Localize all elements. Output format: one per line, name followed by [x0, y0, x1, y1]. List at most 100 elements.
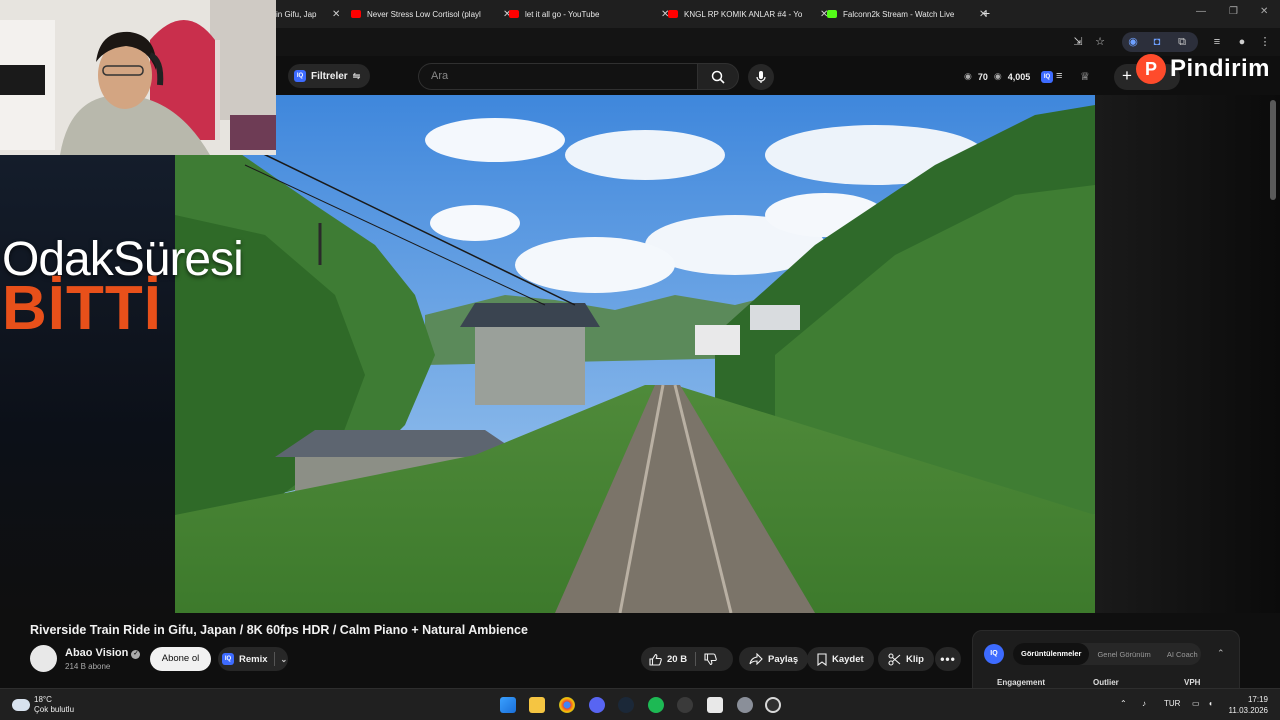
iq-logo-icon[interactable]: IQ — [1041, 71, 1053, 83]
bookmark-star-icon[interactable]: ☆ — [1093, 35, 1107, 49]
browser-tab-4[interactable]: Falconn2k Stream - Watch Live ✕ — [821, 4, 993, 24]
iq-logo-icon: IQ — [984, 644, 1004, 664]
browser-tab-3[interactable]: KNGL RP KOMIK ANLAR #4 - Yo ✕ — [662, 4, 834, 24]
channel-avatar[interactable] — [30, 645, 57, 672]
subscribe-button[interactable]: Abone ol — [150, 647, 211, 671]
windows-taskbar: 18°C Çok bulutlu ⌃ ♪ TUR ▭ ◖ 17:19 11.03… — [0, 688, 1280, 720]
scrollbar-thumb[interactable] — [1270, 100, 1276, 200]
search-input[interactable]: Ara — [418, 63, 698, 90]
steam-icon[interactable] — [618, 697, 634, 713]
share-label: Paylaş — [768, 653, 799, 665]
thumbs-up-icon[interactable] — [649, 653, 662, 666]
discord-icon[interactable] — [589, 697, 605, 713]
menu-icon[interactable]: ⋮ — [1258, 35, 1272, 49]
save-button[interactable]: Kaydet — [807, 647, 874, 671]
system-clock[interactable]: 17:19 11.03.2026 — [1228, 694, 1268, 716]
extension-icon[interactable]: ◉ — [1126, 35, 1140, 49]
brand-name: Pindirim — [1170, 55, 1271, 82]
video-player[interactable] — [175, 95, 1095, 613]
profile-icon[interactable]: ● — [1235, 35, 1249, 49]
voice-search-button[interactable] — [748, 64, 774, 90]
microphone-icon[interactable]: ♪ — [1142, 699, 1146, 708]
spotify-icon[interactable] — [648, 697, 664, 713]
close-icon[interactable]: ✕ — [332, 9, 340, 20]
install-app-icon[interactable]: ⇲ — [1071, 35, 1085, 49]
plus-icon[interactable]: + — [982, 5, 990, 21]
display-icon[interactable]: ▭ — [1192, 699, 1200, 708]
plus-icon: + — [1122, 66, 1132, 85]
iq-extension-icon[interactable]: ◘ — [1150, 35, 1164, 49]
column-vph: VPH — [1184, 678, 1201, 687]
eye-icon: ◉ — [964, 71, 972, 81]
clip-button[interactable]: Klip — [878, 647, 934, 671]
brand-initial: P — [1136, 54, 1166, 84]
filters-label: Filtreler — [311, 70, 348, 82]
list-icon[interactable]: ≡ — [1056, 70, 1062, 82]
tab-ai-coach[interactable]: AI Coach — [1159, 650, 1206, 659]
microphone-icon — [756, 71, 766, 83]
browser-tab-0[interactable]: in Gifu, Jap ✕ — [270, 4, 346, 24]
chevron-up-icon[interactable]: ⌃ — [1217, 648, 1225, 659]
left-background — [0, 155, 175, 615]
tab-title: Never Stress Low Cortisol (playl — [367, 9, 481, 19]
sliders-icon: ⇋ — [352, 70, 361, 81]
like-dislike-group: 20 B — [641, 647, 733, 671]
tab-overview[interactable]: Genel Görünüm — [1089, 650, 1158, 659]
capcut-icon[interactable] — [707, 697, 723, 713]
search-icon — [711, 70, 725, 84]
webcam-overlay — [0, 0, 276, 155]
tab-title: KNGL RP KOMIK ANLAR #4 - Yo — [684, 9, 803, 19]
youtube-icon — [509, 10, 519, 18]
column-outlier: Outlier — [1093, 678, 1119, 687]
browser-tab-2[interactable]: let it all go - YouTube ✕ — [503, 4, 675, 24]
chrome-icon[interactable] — [559, 697, 575, 713]
minimize-icon[interactable]: — — [1196, 6, 1206, 17]
tab-title: Falconn2k Stream - Watch Live — [843, 9, 955, 19]
screen: in Gifu, Jap ✕ Never Stress Low Cortisol… — [0, 0, 1280, 720]
analytics-tabs: Görüntülenmeler Genel Görünüm AI Coach — [1013, 643, 1201, 665]
like-count[interactable]: 20 B — [667, 654, 687, 665]
file-explorer-icon[interactable] — [529, 697, 545, 713]
youtube-icon — [351, 10, 361, 18]
media-icon[interactable]: ≡ — [1210, 35, 1224, 49]
remix-label: Remix — [239, 653, 268, 665]
weather-widget[interactable]: 18°C Çok bulutlu — [12, 695, 74, 715]
trophy-icon[interactable]: ♕ — [1080, 70, 1090, 83]
iq-logo-icon: IQ — [294, 70, 306, 82]
chevron-up-icon[interactable]: ⌃ — [1120, 699, 1127, 708]
view-stats: ◉ 70 ◉ 4,005 — [964, 71, 1030, 82]
iq-logo-icon: IQ — [222, 653, 234, 665]
filters-button[interactable]: IQ Filtreler ⇋ — [288, 64, 371, 88]
close-window-icon[interactable]: ✕ — [1260, 6, 1268, 17]
game-launcher-icon[interactable] — [677, 697, 693, 713]
media-player-icon[interactable] — [765, 697, 781, 713]
temperature: 18°C — [34, 695, 52, 704]
share-icon — [749, 653, 763, 665]
start-icon[interactable] — [500, 697, 516, 713]
volume-icon[interactable]: ◖ — [1208, 699, 1213, 708]
kick-icon — [827, 10, 837, 18]
eye-icon: ◉ — [993, 71, 1002, 81]
share-button[interactable]: Paylaş — [739, 647, 809, 671]
puzzle-icon[interactable]: ⧉ — [1175, 35, 1189, 49]
clock-date: 11.03.2026 — [1228, 706, 1268, 715]
search-button[interactable] — [697, 63, 739, 90]
weather-text: 18°C Çok bulutlu — [34, 695, 74, 715]
divider — [273, 652, 275, 666]
thumbs-down-icon[interactable] — [704, 652, 717, 666]
more-actions-button[interactable]: ••• — [935, 647, 961, 671]
subscriber-count: 214 B abone — [65, 662, 111, 671]
remix-button[interactable]: IQ Remix ⌄ — [218, 647, 288, 671]
weather-condition: Çok bulutlu — [34, 705, 75, 714]
tab-title: in Gifu, Jap — [276, 9, 317, 19]
tab-views[interactable]: Görüntülenmeler — [1013, 643, 1090, 665]
channel-name-row[interactable]: Abao Vision ✓ — [65, 647, 141, 659]
input-language[interactable]: TUR — [1164, 699, 1180, 708]
settings-gear-icon[interactable] — [737, 697, 753, 713]
right-background — [1095, 95, 1280, 613]
stat-a: 70 — [977, 71, 988, 82]
browser-tab-1[interactable]: Never Stress Low Cortisol (playl ✕ — [345, 4, 517, 24]
chevron-down-icon[interactable]: ⌄ — [281, 655, 288, 664]
restore-icon[interactable]: ❐ — [1229, 6, 1238, 17]
brand-logo: P Pindirim — [1136, 54, 1270, 84]
